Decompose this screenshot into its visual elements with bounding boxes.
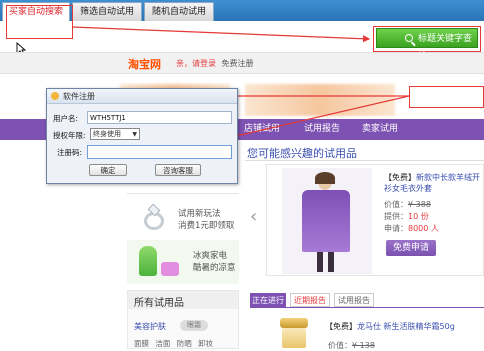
period-value: 终身使用 xyxy=(93,130,121,138)
period-select[interactable]: 终身使用 ▼ xyxy=(90,128,140,140)
username-label: 用户名: xyxy=(53,114,79,123)
registration-code-field[interactable] xyxy=(87,145,232,159)
code-label: 注册码: xyxy=(57,148,83,157)
dialog-title: 软件注册 xyxy=(63,92,95,101)
dialog-titlebar[interactable]: 软件注册 xyxy=(47,89,237,104)
username-field[interactable]: WTH5TTJ1 xyxy=(87,111,232,124)
period-label: 授权年限: xyxy=(53,131,86,140)
registration-dialog: 软件注册 用户名: WTH5TTJ1 授权年限: 终身使用 ▼ 注册码: 确定 … xyxy=(46,88,238,184)
confirm-button[interactable]: 确定 xyxy=(89,164,127,176)
key-icon xyxy=(51,92,59,100)
chevron-down-icon: ▼ xyxy=(132,131,137,138)
contact-support-button[interactable]: 咨询客服 xyxy=(155,164,201,176)
